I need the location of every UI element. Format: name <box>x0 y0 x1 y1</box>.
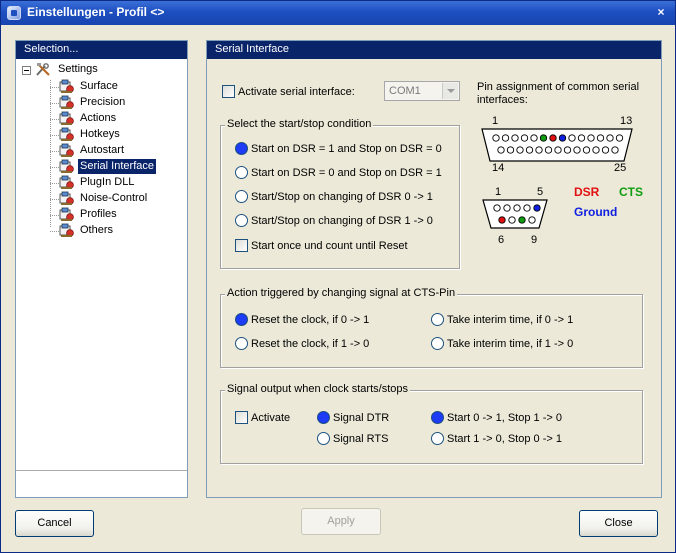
window-close-icon[interactable]: × <box>653 3 669 21</box>
cts-action-group: Action triggered by changing signal at C… <box>220 287 643 368</box>
selection-header: Selection... <box>16 41 187 59</box>
db9-pin-6-label: 6 <box>498 234 505 246</box>
tree-item-label: PlugIn DLL <box>80 176 135 188</box>
settings-page-icon <box>59 111 74 125</box>
legend-ground: Ground <box>574 205 618 219</box>
apply-button[interactable]: Apply <box>301 508 381 535</box>
db9-pin-5-label: 5 <box>537 186 544 198</box>
startstop-option-3: Start/Stop on changing of DSR 0 -> 1 <box>251 191 433 203</box>
startstop-radio-4[interactable] <box>235 214 248 227</box>
settings-window: Einstellungen - Profil <> × Selection...… <box>0 0 676 553</box>
interim-on-fall-label: Take interim time, if 1 -> 0 <box>447 338 574 350</box>
startstop-option-4: Start/Stop on changing of DSR 1 -> 0 <box>251 215 433 227</box>
startstop-option-1: Start on DSR = 1 and Stop on DSR = 0 <box>251 143 442 155</box>
signal-rts-label: Signal RTS <box>333 433 389 445</box>
collapse-icon[interactable] <box>22 66 31 75</box>
tree-connector <box>50 151 59 152</box>
tree-item-label: Others <box>80 224 114 236</box>
signal-dtr-radio[interactable] <box>317 411 330 424</box>
serial-interface-panel: Serial Interface Activate serial interfa… <box>206 40 662 498</box>
panel-divider <box>16 470 187 471</box>
startstop-group-title: Select the start/stop condition <box>225 118 374 130</box>
signal-rts-radio[interactable] <box>317 432 330 445</box>
activate-serial-checkbox[interactable] <box>222 85 235 98</box>
start-fall-stop-rise-label: Start 1 -> 0, Stop 0 -> 1 <box>447 433 562 445</box>
signal-activate-checkbox[interactable] <box>235 411 248 424</box>
startstop-group: Select the start/stop condition Start on… <box>220 118 460 269</box>
signal-activate-label: Activate <box>251 412 291 424</box>
start-rise-stop-fall-label: Start 0 -> 1, Stop 1 -> 0 <box>447 412 562 424</box>
tree-item-label: Profiles <box>80 208 117 220</box>
port-select-value: COM1 <box>389 85 421 97</box>
tree-root-label: Settings <box>58 63 98 75</box>
app-icon <box>7 6 21 20</box>
tree-item-label: Serial Interface <box>78 159 156 174</box>
tree-connector <box>50 215 59 216</box>
db25-pin-1-label: 1 <box>492 115 499 127</box>
legend-dsr: DSR <box>574 185 600 199</box>
tree-connector <box>50 103 59 104</box>
reset-on-fall-label: Reset the clock, if 1 -> 0 <box>251 338 370 350</box>
settings-page-icon <box>59 223 74 237</box>
settings-page-icon <box>59 207 74 221</box>
chevron-down-icon[interactable] <box>442 83 458 99</box>
startstop-radio-3[interactable] <box>235 190 248 203</box>
port-select[interactable]: COM1 <box>384 81 460 101</box>
activate-serial-label: Activate serial interface: <box>238 86 355 98</box>
tree-item-label: Surface <box>80 80 118 92</box>
interim-on-rise-label: Take interim time, if 0 -> 1 <box>447 314 574 326</box>
tree-item-label: Actions <box>80 112 117 124</box>
start-fall-stop-rise-radio[interactable] <box>431 432 444 445</box>
tree-connector <box>50 135 59 136</box>
signal-output-group-title: Signal output when clock starts/stops <box>225 383 410 395</box>
reset-on-rise-radio[interactable] <box>235 313 248 326</box>
signal-output-group: Signal output when clock starts/stops Ac… <box>220 383 643 464</box>
tree-item-label: Hotkeys <box>80 128 120 140</box>
cts-action-group-title: Action triggered by changing signal at C… <box>225 287 458 299</box>
tree-connector <box>50 87 59 88</box>
db9-pin-9-label: 9 <box>531 234 538 246</box>
settings-page-icon <box>59 159 74 173</box>
db9-connector-diagram <box>482 199 548 229</box>
cancel-button[interactable]: Cancel <box>15 510 94 537</box>
interim-on-fall-radio[interactable] <box>431 337 444 350</box>
legend-cts: CTS <box>619 185 643 199</box>
tree-connector <box>50 167 59 168</box>
db9-pin-1-label: 1 <box>495 186 502 198</box>
settings-page-icon <box>59 175 74 189</box>
tree-connector <box>50 231 59 232</box>
window-title: Einstellungen - Profil <> <box>27 5 165 19</box>
startstop-option-2: Start on DSR = 0 and Stop on DSR = 1 <box>251 167 442 179</box>
pin-assignment-heading: Pin assignment of common serial interfac… <box>477 81 640 106</box>
tree-item-label: Noise-Control <box>80 192 148 204</box>
count-until-reset-label: Start once und count until Reset <box>251 240 408 252</box>
title-bar[interactable]: Einstellungen - Profil <> × <box>1 1 675 25</box>
close-button[interactable]: Close <box>579 510 658 537</box>
settings-page-icon <box>59 95 74 109</box>
count-until-reset-checkbox[interactable] <box>235 239 248 252</box>
tree-connector <box>50 183 59 184</box>
tree-item-label: Precision <box>80 96 126 108</box>
db25-pin-14-label: 14 <box>492 162 505 174</box>
settings-page-icon <box>59 143 74 157</box>
tools-icon <box>36 63 50 76</box>
reset-on-rise-label: Reset the clock, if 0 -> 1 <box>251 314 370 326</box>
startstop-radio-2[interactable] <box>235 166 248 179</box>
selection-panel: Selection... Settings Surface Precision Ac… <box>15 40 188 498</box>
db25-pin-25-label: 25 <box>614 162 627 174</box>
start-rise-stop-fall-radio[interactable] <box>431 411 444 424</box>
db25-pin-13-label: 13 <box>620 115 633 127</box>
interim-on-rise-radio[interactable] <box>431 313 444 326</box>
settings-page-icon <box>59 191 74 205</box>
startstop-radio-1[interactable] <box>235 142 248 155</box>
tree-connector <box>50 199 59 200</box>
tree-connector <box>50 119 59 120</box>
reset-on-fall-radio[interactable] <box>235 337 248 350</box>
signal-dtr-label: Signal DTR <box>333 412 390 424</box>
serial-interface-header: Serial Interface <box>207 41 661 59</box>
tree-item-label: Autostart <box>80 144 125 156</box>
settings-page-icon <box>59 127 74 141</box>
settings-page-icon <box>59 79 74 93</box>
